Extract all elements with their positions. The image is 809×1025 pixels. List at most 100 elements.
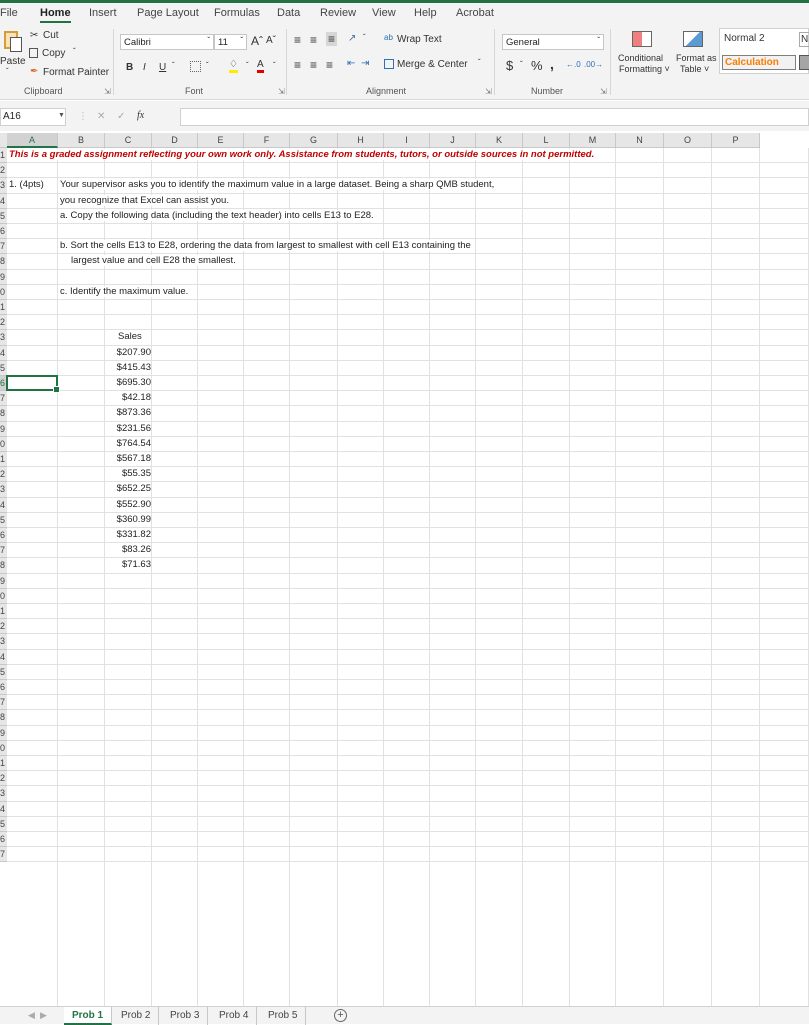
row-header[interactable]: 5	[0, 360, 7, 376]
borders-dropdown-icon[interactable]: ˇ	[206, 61, 209, 70]
number-launcher-icon[interactable]: ⇲	[600, 87, 607, 96]
column-header-b[interactable]: B	[58, 133, 105, 148]
insert-function-icon[interactable]: fx	[137, 110, 144, 121]
decrease-indent-icon[interactable]: ⇤	[347, 58, 355, 69]
format-painter-button[interactable]: Format Painter	[43, 67, 109, 78]
column-header-i[interactable]: I	[384, 133, 430, 148]
style-partial[interactable]: N	[799, 32, 809, 47]
column-header-e[interactable]: E	[198, 133, 244, 148]
decrease-decimal-button[interactable]: .00→	[584, 60, 603, 69]
sheet-tab-prob-5[interactable]: Prob 5	[260, 1007, 307, 1025]
column-header-a[interactable]: A	[7, 133, 58, 148]
tab-file[interactable]: File	[0, 7, 18, 19]
font-color-icon[interactable]: A	[257, 59, 264, 73]
active-cell-a16[interactable]	[6, 375, 60, 394]
row-header[interactable]: 9	[0, 725, 7, 741]
row-header[interactable]: 4	[0, 801, 7, 817]
add-sheet-button[interactable]: +	[334, 1009, 347, 1022]
font-launcher-icon[interactable]: ⇲	[278, 87, 285, 96]
column-header-l[interactable]: L	[523, 133, 570, 148]
sheet-tab-prob-3[interactable]: Prob 3	[162, 1007, 209, 1025]
row-header[interactable]: 4	[0, 649, 7, 665]
grow-font-button[interactable]: Aˆ	[251, 34, 263, 48]
column-header-j[interactable]: J	[430, 133, 476, 148]
number-format-select[interactable]: General ˇ	[502, 34, 604, 50]
tab-acrobat[interactable]: Acrobat	[456, 7, 494, 19]
row-header[interactable]: 4	[0, 497, 7, 513]
row-header[interactable]: 5	[0, 208, 7, 224]
row-header[interactable]: 3	[0, 482, 7, 498]
font-color-dropdown-icon[interactable]: ˇ	[273, 61, 276, 70]
row-header[interactable]: 0	[0, 284, 7, 300]
prev-sheet-icon[interactable]: ◀	[28, 1010, 35, 1021]
column-header-k[interactable]: K	[476, 133, 523, 148]
row-header[interactable]: 6	[0, 832, 7, 848]
align-bottom-icon[interactable]: ≡	[326, 32, 338, 46]
style-normal-2[interactable]: Normal 2	[724, 33, 765, 44]
row-header[interactable]: 1	[0, 300, 7, 316]
cut-button[interactable]: Cut	[43, 30, 59, 41]
tab-page-layout[interactable]: Page Layout	[137, 7, 199, 19]
clipboard-launcher-icon[interactable]: ⇲	[104, 87, 111, 96]
style-calculation[interactable]: Calculation	[722, 55, 796, 70]
align-top-icon[interactable]: ≡	[294, 33, 301, 47]
column-header-c[interactable]: C	[105, 133, 152, 148]
tab-help[interactable]: Help	[414, 7, 437, 19]
tab-formulas[interactable]: Formulas	[214, 7, 260, 19]
alignment-launcher-icon[interactable]: ⇲	[485, 87, 492, 96]
tab-home[interactable]: Home	[40, 7, 71, 23]
font-size-select[interactable]: 11 ˇ	[214, 34, 247, 50]
row-header[interactable]: 4	[0, 345, 7, 361]
tab-review[interactable]: Review	[320, 7, 356, 19]
column-header-h[interactable]: H	[338, 133, 384, 148]
row-header[interactable]: 3	[0, 634, 7, 650]
font-name-select[interactable]: Calibri ˇ	[120, 34, 214, 50]
sheet-tab-prob-4[interactable]: Prob 4	[211, 1007, 258, 1025]
cancel-icon[interactable]: ✕	[97, 111, 105, 122]
paste-dropdown-icon[interactable]: ˇ	[6, 67, 9, 76]
column-header-o[interactable]: O	[664, 133, 712, 148]
orientation-dropdown-icon[interactable]: ˇ	[363, 33, 366, 42]
merge-dropdown-icon[interactable]: ˇ	[478, 58, 481, 67]
bold-button[interactable]: B	[126, 62, 133, 73]
column-header-n[interactable]: N	[616, 133, 664, 148]
column-header-g[interactable]: G	[290, 133, 338, 148]
row-header[interactable]: 0	[0, 588, 7, 604]
row-header[interactable]: 2	[0, 163, 7, 179]
style-check-cell[interactable]	[799, 55, 809, 70]
row-header[interactable]: 7	[0, 391, 7, 407]
row-header[interactable]: 4	[0, 193, 7, 209]
copy-dropdown-icon[interactable]: ˇ	[73, 47, 76, 56]
conditional-formatting-button[interactable]: Conditional Formatting ˅	[618, 31, 670, 77]
borders-icon[interactable]	[190, 61, 201, 72]
underline-button[interactable]: U	[159, 62, 166, 73]
row-header[interactable]: 2	[0, 619, 7, 635]
row-header[interactable]: 3	[0, 786, 7, 802]
row-header[interactable]: 1	[0, 604, 7, 620]
align-left-icon[interactable]: ≡	[294, 58, 301, 72]
row-header[interactable]: 8	[0, 710, 7, 726]
row-header[interactable]: 7	[0, 847, 7, 863]
increase-decimal-button[interactable]: ←.0	[566, 60, 581, 69]
align-right-icon[interactable]: ≡	[326, 58, 333, 72]
select-all-corner[interactable]	[0, 133, 7, 148]
percent-button[interactable]: %	[531, 58, 543, 73]
row-header[interactable]: 8	[0, 558, 7, 574]
row-header[interactable]: 0	[0, 740, 7, 756]
paste-button[interactable]: Paste ˇ	[0, 29, 26, 76]
column-header-p[interactable]: P	[712, 133, 760, 148]
increase-indent-icon[interactable]: ⇥	[361, 58, 369, 69]
row-header[interactable]: 3	[0, 178, 7, 194]
tab-insert[interactable]: Insert	[89, 7, 117, 19]
wrap-text-button[interactable]: Wrap Text	[397, 34, 442, 45]
row-header[interactable]: 1	[0, 148, 7, 164]
row-header[interactable]: 1	[0, 756, 7, 772]
name-box[interactable]: A16	[0, 108, 66, 126]
formula-input[interactable]	[180, 108, 809, 126]
currency-button[interactable]: $	[506, 58, 513, 73]
row-header[interactable]: 9	[0, 573, 7, 589]
column-header-d[interactable]: D	[152, 133, 198, 148]
sheet-tab-prob-1[interactable]: Prob 1	[64, 1007, 113, 1025]
spreadsheet-grid[interactable]: ABCDEFGHIJKLMNOP123456789012345678901234…	[0, 133, 809, 1006]
tab-data[interactable]: Data	[277, 7, 300, 19]
